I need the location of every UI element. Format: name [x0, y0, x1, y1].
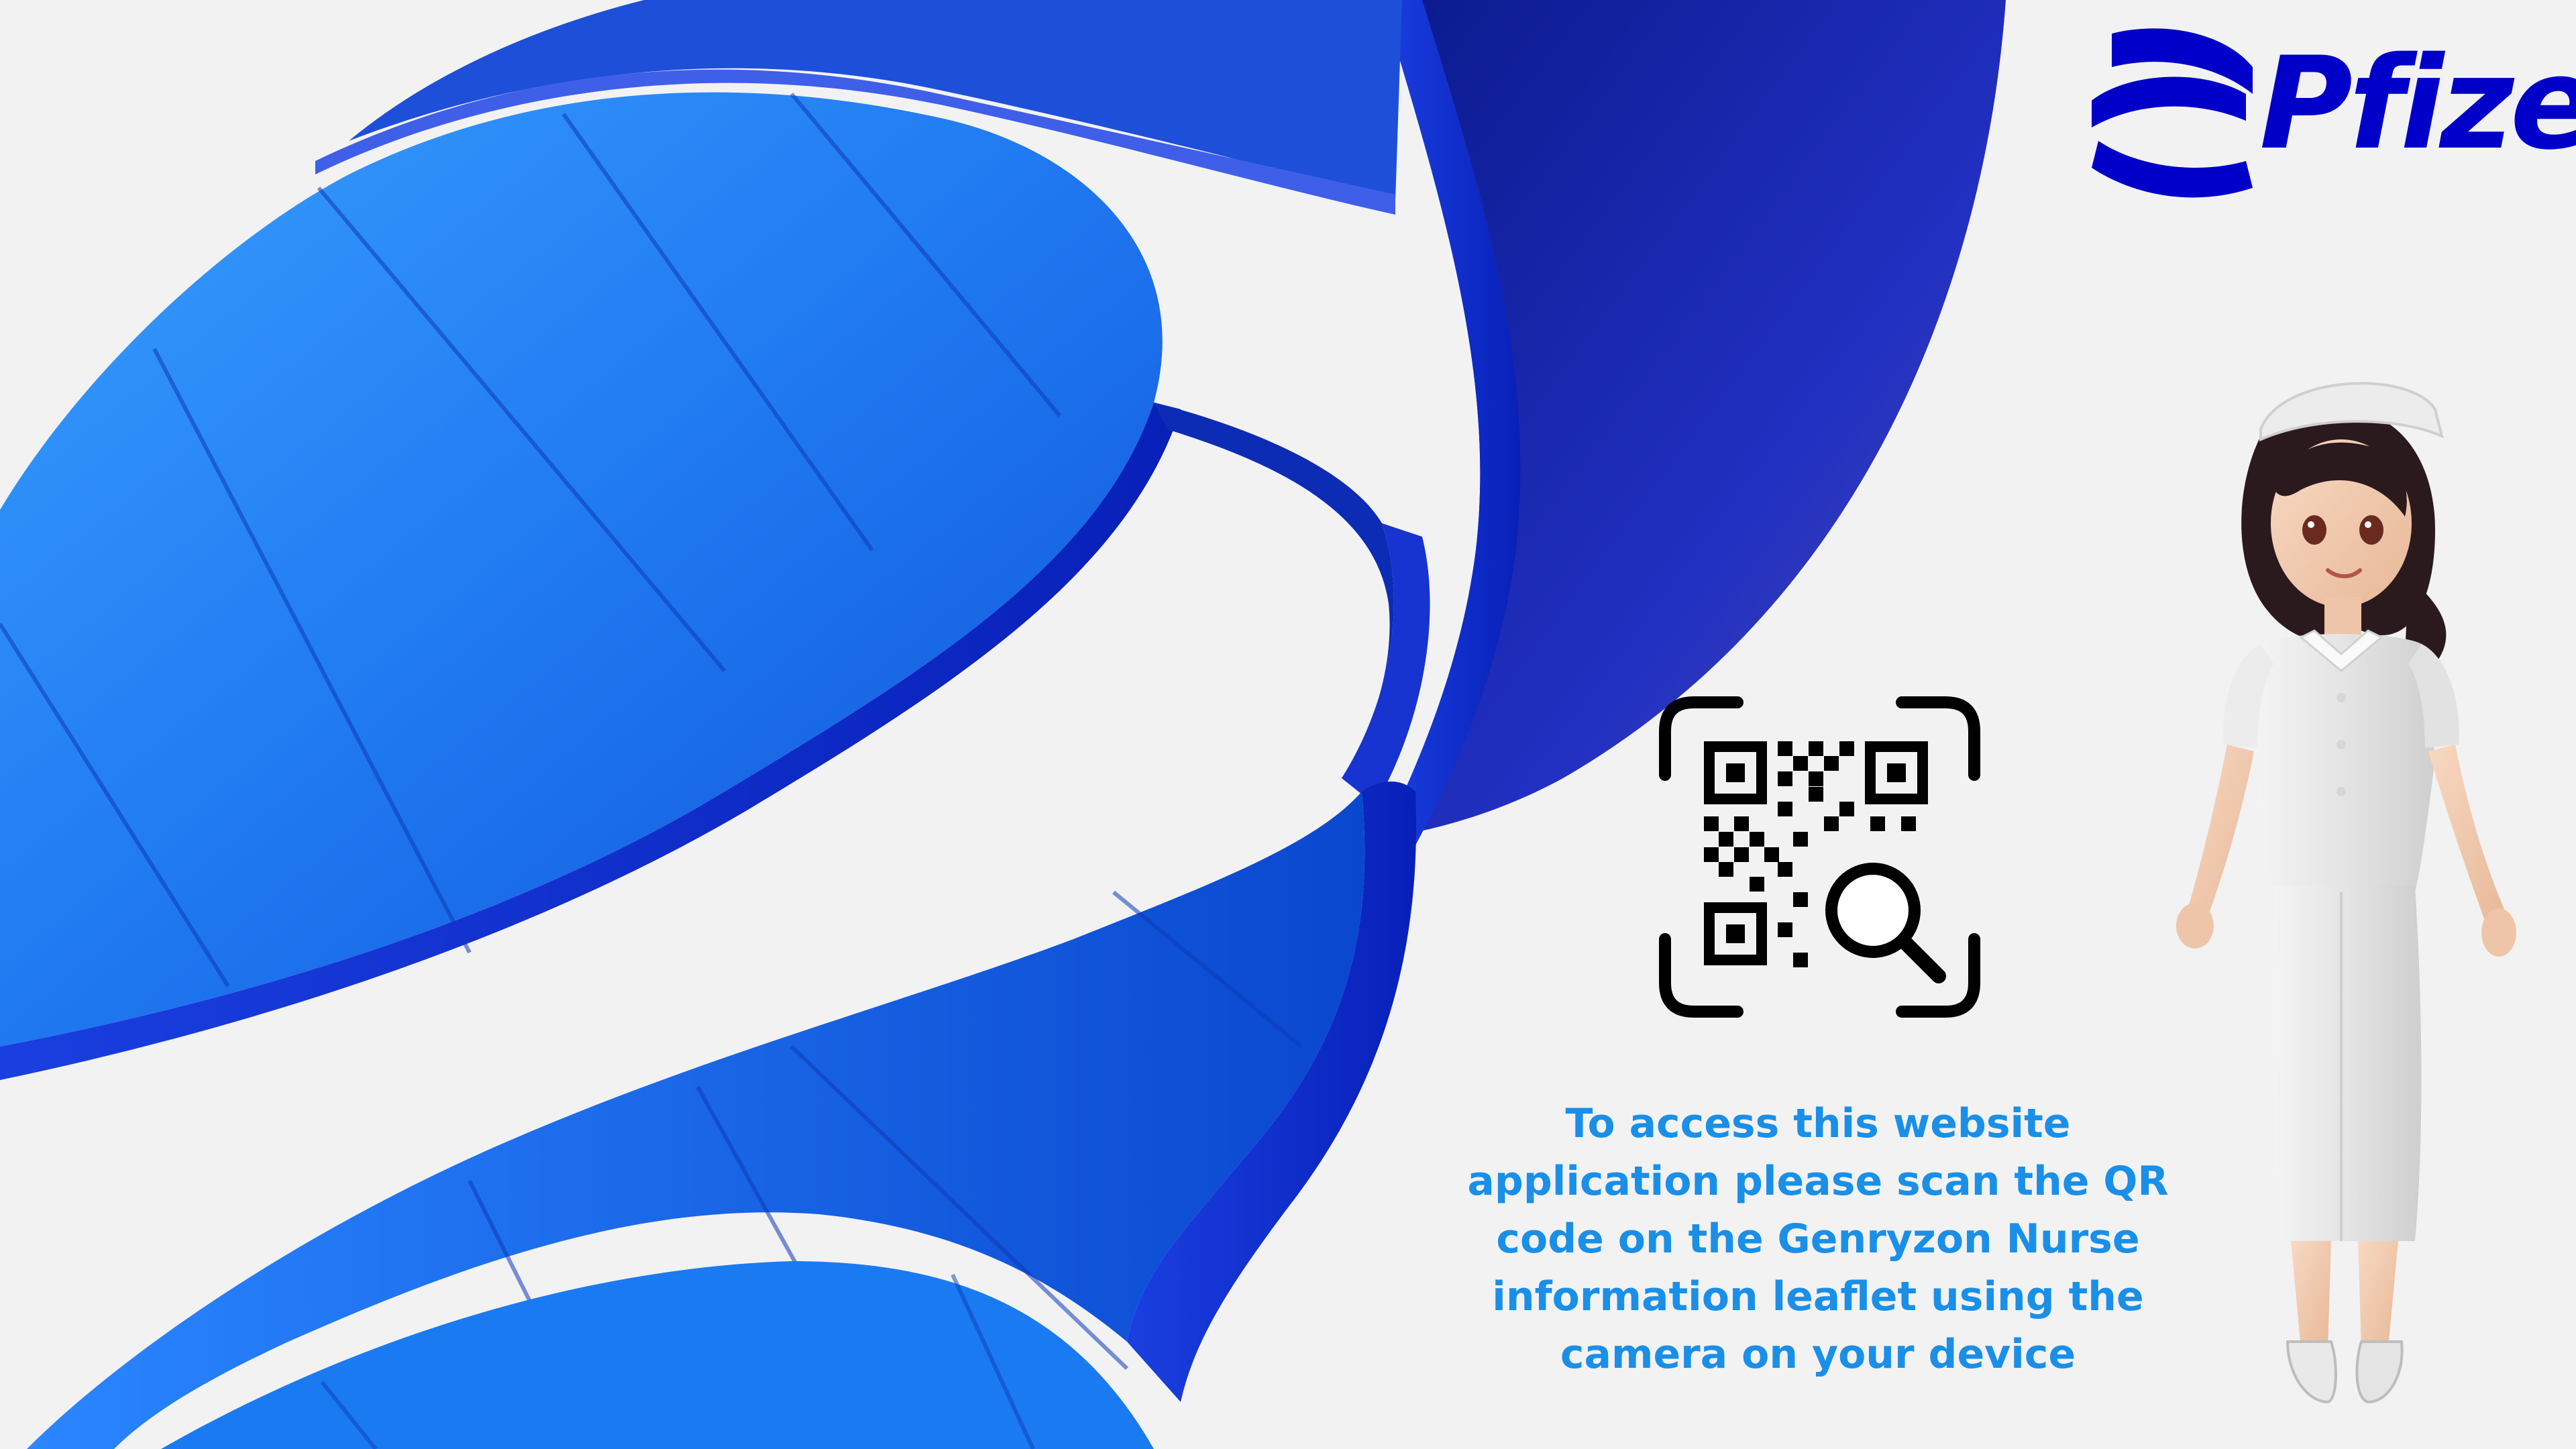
magnifier-icon [1825, 863, 1946, 983]
instruction-line: information leaflet using the [1492, 1273, 2144, 1320]
nurse-character-illustration [2176, 382, 2516, 1404]
pfizer-logo[interactable]: Pfizer [2085, 20, 2576, 215]
qr-code-scan-icon [1659, 696, 1980, 1018]
instruction-line: application please scan the QR [1467, 1158, 2169, 1205]
pfizer-wordmark: Pfizer [2259, 30, 2576, 178]
pfizer-logo-icon [2092, 28, 2253, 198]
instruction-line: code on the Genryzon Nurse [1496, 1216, 2140, 1263]
instruction-line: To access this website [1565, 1100, 2071, 1147]
instruction-line: camera on your device [1560, 1331, 2076, 1378]
landing-screen: Pfizer [0, 0, 2576, 1449]
qr-instructions: To access this website application pleas… [1436, 1095, 2200, 1383]
